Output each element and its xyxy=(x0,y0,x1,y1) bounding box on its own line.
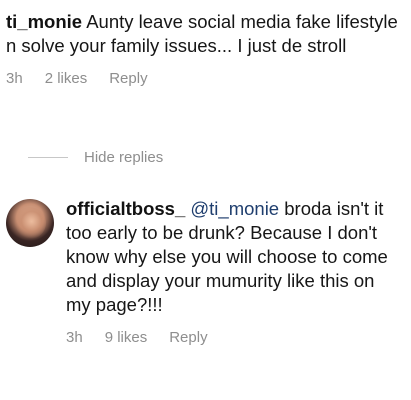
reply-body: officialtboss_ @ti_monie broda isn't it … xyxy=(66,197,396,346)
reply-likes[interactable]: 9 likes xyxy=(105,329,148,346)
avatar[interactable] xyxy=(6,199,54,247)
reply-text: officialtboss_ @ti_monie broda isn't it … xyxy=(66,197,396,317)
comment-text: ti_monie Aunty leave social media fake l… xyxy=(6,10,406,58)
hide-replies-divider xyxy=(28,157,68,158)
reply-username[interactable]: officialtboss_ xyxy=(66,198,185,219)
comment-reply-button[interactable]: Reply xyxy=(109,70,147,87)
hide-replies-button[interactable]: Hide replies xyxy=(28,149,163,166)
comment-time: 3h xyxy=(6,70,23,87)
reply-time: 3h xyxy=(66,329,83,346)
reply-reply-button[interactable]: Reply xyxy=(169,329,207,346)
reply-comment: officialtboss_ @ti_monie broda isn't it … xyxy=(6,197,406,346)
reply-mention[interactable]: @ti_monie xyxy=(190,198,279,219)
comment: ti_monie Aunty leave social media fake l… xyxy=(6,10,406,87)
comment-likes[interactable]: 2 likes xyxy=(45,70,88,87)
comment-meta: 3h 2 likes Reply xyxy=(6,70,406,87)
reply-meta: 3h 9 likes Reply xyxy=(66,329,396,346)
hide-replies-label: Hide replies xyxy=(84,149,164,166)
comment-username[interactable]: ti_monie xyxy=(6,11,82,32)
